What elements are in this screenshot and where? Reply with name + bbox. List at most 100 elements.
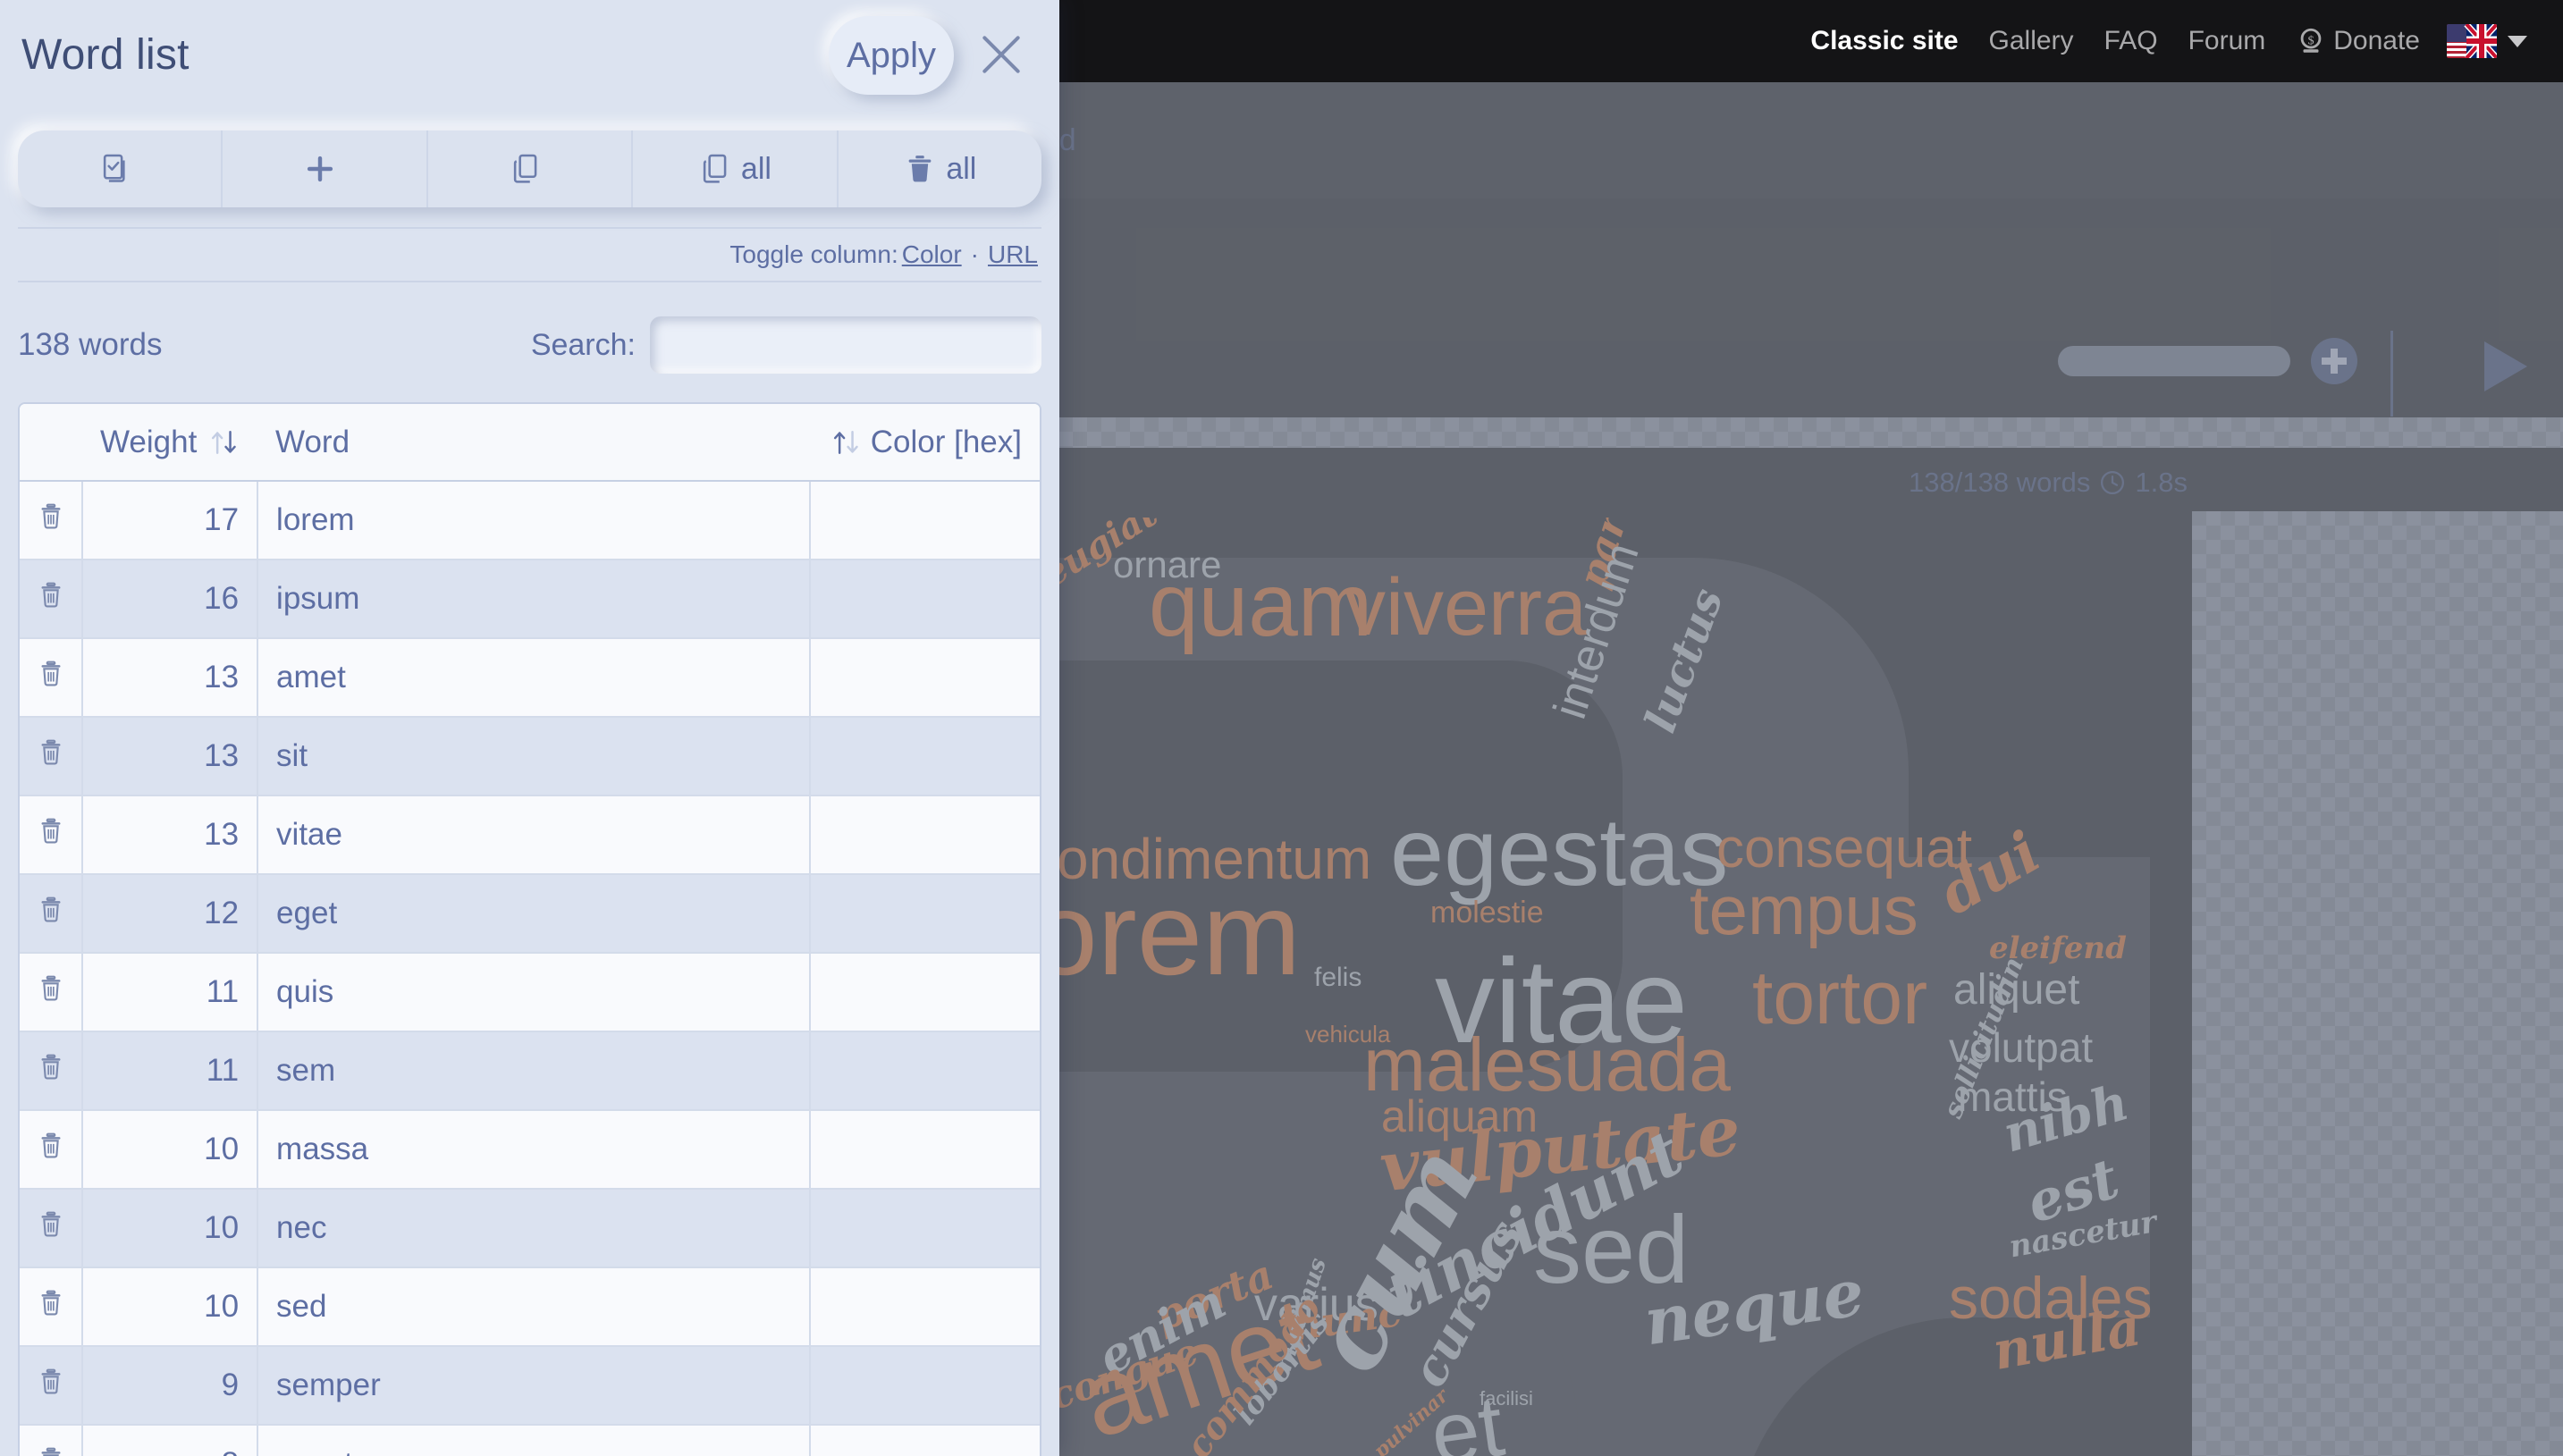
cell-color[interactable] xyxy=(810,1267,1040,1347)
row-delete-button[interactable] xyxy=(20,1425,83,1456)
cell-word[interactable]: sit xyxy=(257,717,812,796)
cell-weight[interactable]: 13 xyxy=(82,717,259,796)
cell-weight[interactable]: 17 xyxy=(82,481,259,560)
table-row[interactable]: 10 nec xyxy=(20,1189,1040,1268)
cell-weight[interactable]: 8 xyxy=(82,1425,259,1456)
cell-word[interactable]: semper xyxy=(257,1346,812,1426)
play-icon[interactable] xyxy=(2484,341,2527,391)
nav-link-forum[interactable]: Forum xyxy=(2188,26,2266,56)
row-delete-button[interactable] xyxy=(20,874,83,954)
donate-button[interactable]: $ Donate xyxy=(2296,26,2420,56)
cloud-word[interactable]: egestas xyxy=(1390,804,1728,900)
cell-color[interactable] xyxy=(810,560,1040,639)
cell-weight[interactable]: 13 xyxy=(82,638,259,718)
trash-icon[interactable] xyxy=(36,657,66,691)
table-row[interactable]: 11 sem xyxy=(20,1031,1040,1111)
trash-icon[interactable] xyxy=(36,500,66,534)
row-delete-button[interactable] xyxy=(20,638,83,718)
cell-color[interactable] xyxy=(810,1346,1040,1426)
cell-word[interactable]: vitae xyxy=(257,795,812,875)
cell-word[interactable]: massa xyxy=(257,1110,812,1190)
cell-color[interactable] xyxy=(810,1425,1040,1456)
table-row[interactable]: 11 quis xyxy=(20,953,1040,1032)
cell-color[interactable] xyxy=(810,795,1040,875)
cell-word[interactable]: eget xyxy=(257,874,812,954)
cell-word[interactable]: ipsum xyxy=(257,560,812,639)
cell-color[interactable] xyxy=(810,1031,1040,1111)
add-word-button[interactable] xyxy=(223,130,428,207)
trash-icon[interactable] xyxy=(36,1050,66,1084)
nav-link-gallery[interactable]: Gallery xyxy=(1989,26,2074,56)
nav-link-classic-site[interactable]: Classic site xyxy=(1810,26,1958,56)
th-color[interactable]: Color [hex] xyxy=(810,404,1040,482)
row-delete-button[interactable] xyxy=(20,560,83,639)
cell-word[interactable]: sed xyxy=(257,1267,812,1347)
cloud-word[interactable]: felis xyxy=(1314,964,1362,991)
cloud-word[interactable]: viverra xyxy=(1345,568,1587,648)
word-cloud-canvas[interactable]: ornarefeugiatquamviverraparturientinterd… xyxy=(1059,518,2190,1456)
delete-all-button[interactable]: all xyxy=(839,130,1041,207)
apply-button[interactable]: Apply xyxy=(829,16,954,95)
row-delete-button[interactable] xyxy=(20,1346,83,1426)
cell-weight[interactable]: 12 xyxy=(82,874,259,954)
row-delete-button[interactable] xyxy=(20,1267,83,1347)
table-row[interactable]: 13 sit xyxy=(20,717,1040,796)
row-delete-button[interactable] xyxy=(20,1110,83,1190)
trash-icon[interactable] xyxy=(36,1129,66,1163)
row-delete-button[interactable] xyxy=(20,481,83,560)
trash-icon[interactable] xyxy=(36,972,66,1006)
trash-icon[interactable] xyxy=(36,736,66,770)
table-row[interactable]: 9 semper xyxy=(20,1346,1040,1426)
row-delete-button[interactable] xyxy=(20,795,83,875)
nav-link-faq[interactable]: FAQ xyxy=(2104,26,2158,56)
cell-color[interactable] xyxy=(810,874,1040,954)
trash-icon[interactable] xyxy=(36,1208,66,1241)
row-delete-button[interactable] xyxy=(20,1189,83,1268)
row-delete-button[interactable] xyxy=(20,717,83,796)
copy-button[interactable] xyxy=(428,130,634,207)
cell-weight[interactable]: 16 xyxy=(82,560,259,639)
copy-all-button[interactable]: all xyxy=(633,130,839,207)
toggle-column-color-link[interactable]: Color xyxy=(902,240,962,269)
cell-word[interactable]: quis xyxy=(257,953,812,1032)
cloud-word[interactable]: molestie xyxy=(1430,897,1544,928)
cloud-word[interactable]: et xyxy=(1425,1378,1509,1456)
cloud-word[interactable]: tortor xyxy=(1752,960,1927,1035)
table-row[interactable]: 10 massa xyxy=(20,1110,1040,1190)
select-all-button[interactable] xyxy=(18,130,223,207)
cloud-word[interactable]: lorem xyxy=(1059,875,1301,993)
cell-color[interactable] xyxy=(810,1110,1040,1190)
table-row[interactable]: 13 vitae xyxy=(20,795,1040,875)
trash-icon[interactable] xyxy=(36,1443,66,1456)
table-row[interactable]: 12 eget xyxy=(20,874,1040,954)
cell-weight[interactable]: 10 xyxy=(82,1189,259,1268)
trash-icon[interactable] xyxy=(36,893,66,927)
table-row[interactable]: 10 sed xyxy=(20,1267,1040,1347)
cell-color[interactable] xyxy=(810,953,1040,1032)
close-icon[interactable] xyxy=(974,27,1029,82)
cloud-word[interactable]: quam xyxy=(1149,560,1372,650)
th-weight[interactable]: Weight xyxy=(82,404,258,482)
language-selector[interactable] xyxy=(2447,24,2527,58)
cloud-word[interactable]: tempus xyxy=(1690,875,1918,945)
table-row[interactable]: 13 amet xyxy=(20,638,1040,718)
row-delete-button[interactable] xyxy=(20,1031,83,1111)
cell-word[interactable]: amet xyxy=(257,638,812,718)
cell-word[interactable]: nec xyxy=(257,1189,812,1268)
trash-icon[interactable] xyxy=(36,1365,66,1399)
cell-weight[interactable]: 13 xyxy=(82,795,259,875)
table-row[interactable]: 8egestas xyxy=(20,1425,1040,1456)
cell-weight[interactable]: 10 xyxy=(82,1110,259,1190)
cell-word[interactable]: egestas xyxy=(257,1425,812,1456)
cell-color[interactable] xyxy=(810,717,1040,796)
trash-icon[interactable] xyxy=(36,814,66,848)
plus-circle-icon[interactable] xyxy=(2311,338,2357,384)
cell-color[interactable] xyxy=(810,638,1040,718)
cell-word[interactable]: lorem xyxy=(257,481,812,560)
row-delete-button[interactable] xyxy=(20,953,83,1032)
cell-weight[interactable]: 9 xyxy=(82,1346,259,1426)
cell-color[interactable] xyxy=(810,481,1040,560)
cell-weight[interactable]: 10 xyxy=(82,1267,259,1347)
cell-weight[interactable]: 11 xyxy=(82,1031,259,1111)
th-word[interactable]: Word xyxy=(257,404,811,482)
